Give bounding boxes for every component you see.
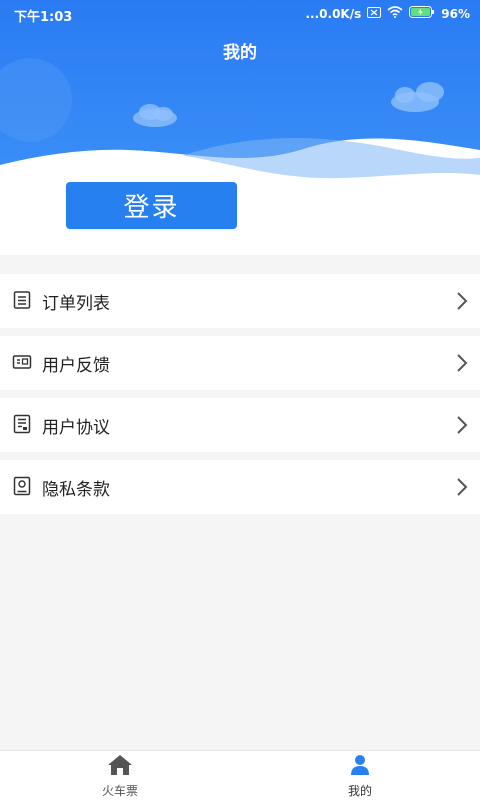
person-icon (349, 754, 371, 780)
menu-item-label: 订单列表 (42, 293, 110, 314)
wifi-icon (387, 6, 403, 21)
list-icon (12, 290, 34, 312)
menu-item-label: 用户反馈 (42, 355, 110, 376)
tab-train-tickets[interactable]: 火车票 (0, 751, 240, 801)
chevron-right-icon (456, 291, 468, 315)
network-speed: ...0.0K/s (305, 6, 362, 21)
menu-item-label: 用户协议 (42, 417, 110, 438)
bottom-tab-bar: 火车票 我的 (0, 750, 480, 801)
feedback-icon (12, 352, 34, 374)
page-title: 我的 (223, 43, 257, 63)
sim-icon (367, 6, 382, 21)
tab-label: 我的 (347, 783, 372, 798)
login-button[interactable]: 登录 (66, 182, 237, 229)
battery-icon (409, 6, 435, 21)
menu-item-agreement[interactable]: 用户协议 (0, 398, 480, 452)
menu-list: 订单列表 用户反馈 用户协议 隐私条款 (0, 274, 480, 522)
agreement-icon (12, 414, 34, 436)
tab-mine[interactable]: 我的 (240, 751, 480, 801)
menu-item-orders[interactable]: 订单列表 (0, 274, 480, 328)
home-icon (107, 754, 133, 780)
menu-item-label: 隐私条款 (42, 479, 110, 500)
privacy-icon (12, 476, 34, 498)
menu-item-privacy[interactable]: 隐私条款 (0, 460, 480, 514)
status-icons: ...0.0K/s 96% (305, 6, 470, 21)
tab-label: 火车票 (101, 783, 138, 798)
status-time: 下午1:03 (14, 10, 73, 25)
menu-item-feedback[interactable]: 用户反馈 (0, 336, 480, 390)
chevron-right-icon (456, 353, 468, 377)
chevron-right-icon (456, 477, 468, 501)
battery-level: 96% (441, 6, 470, 21)
chevron-right-icon (456, 415, 468, 439)
status-bar: 下午1:03 ...0.0K/s 96% (0, 0, 480, 28)
